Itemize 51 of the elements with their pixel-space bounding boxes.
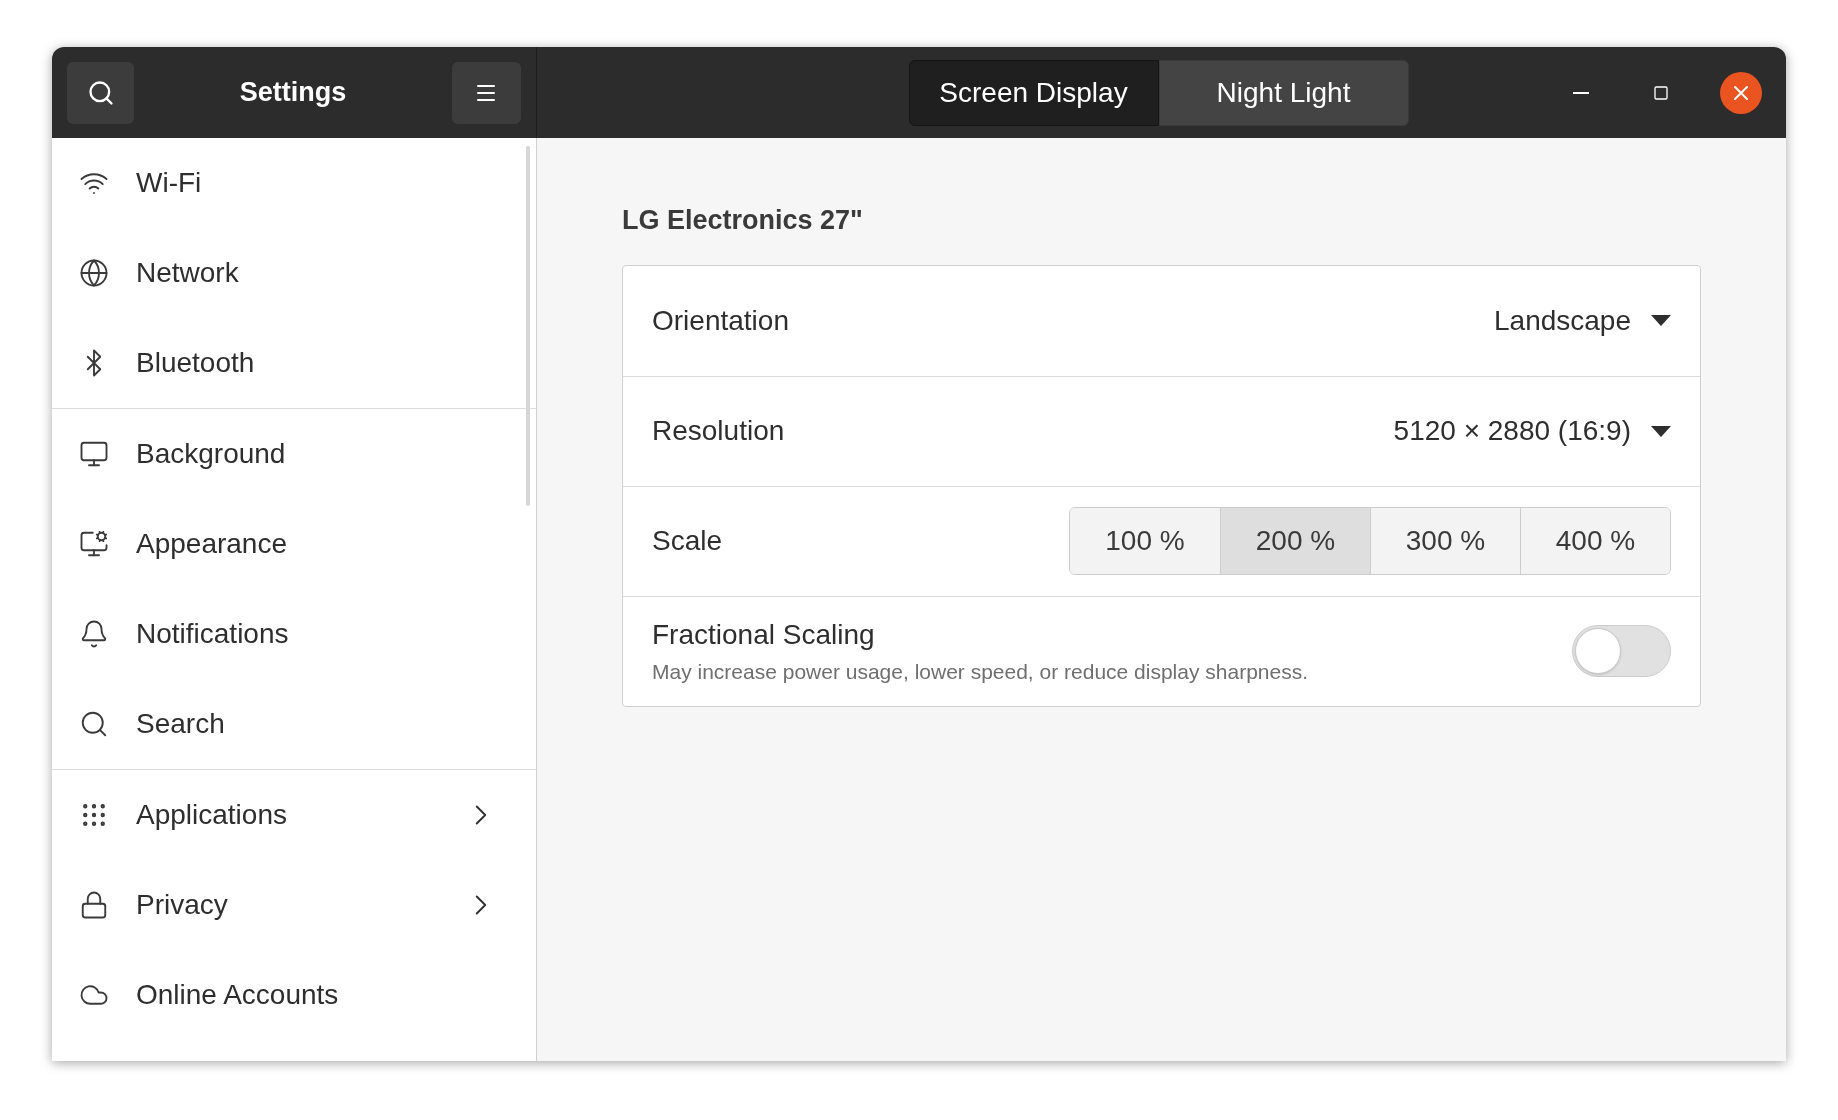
dropdown[interactable]: Landscape — [1494, 299, 1671, 342]
scale-option[interactable]: 300 % — [1370, 508, 1520, 574]
sidebar-label: Network — [136, 256, 240, 290]
sidebar-item[interactable]: Applications — [52, 770, 536, 860]
close-button[interactable] — [1720, 71, 1762, 114]
row-label: Resolution — [652, 414, 786, 448]
sidebar-item[interactable]: Wi-Fi — [52, 138, 536, 228]
switch-knob — [1575, 628, 1621, 674]
scale-option[interactable]: 100 % — [1070, 508, 1220, 574]
scale-option[interactable]: 200 % — [1220, 508, 1370, 574]
dropdown-arrow-icon — [1651, 425, 1671, 437]
sidebar-item[interactable]: Privacy — [52, 860, 536, 950]
search-button[interactable] — [67, 61, 134, 124]
sidebar-item[interactable]: Network — [52, 228, 536, 318]
tab[interactable]: Screen Display — [908, 59, 1159, 126]
section-title: LG Electronics 27" — [622, 204, 864, 237]
search-icon — [86, 78, 115, 107]
dropdown-arrow-icon — [1651, 315, 1671, 326]
tab[interactable]: Night Light — [1158, 59, 1409, 126]
row-label: Orientation — [652, 303, 790, 338]
row-description: May increase power usage, lower speed, or reduce display sharpness. — [652, 659, 1309, 686]
sidebar-label: Background — [136, 437, 287, 471]
search-icon — [79, 709, 109, 739]
sidebar-item[interactable]: Background — [52, 409, 536, 499]
window-title: Settings — [239, 76, 347, 110]
row-label: Fractional Scaling — [652, 618, 876, 653]
maximize-icon — [1653, 84, 1669, 101]
menu-button[interactable] — [452, 61, 521, 124]
dropdown[interactable]: 5120 × 2880 (16:9) — [1393, 410, 1671, 452]
sidebar-item[interactable]: Notifications — [52, 589, 536, 679]
sidebar-label: Bluetooth — [136, 346, 256, 380]
bell-icon — [79, 619, 109, 649]
scale-option[interactable]: 400 % — [1520, 508, 1670, 574]
sidebar-label: Online Accounts — [136, 978, 340, 1012]
monitor-icon — [79, 439, 109, 469]
sidebar-label: Applications — [136, 798, 288, 832]
sidebar-item[interactable]: Search — [52, 679, 536, 769]
sidebar-item[interactable]: Bluetooth — [52, 318, 536, 408]
sidebar-label: Appearance — [136, 527, 288, 561]
minimize-icon — [1573, 91, 1589, 94]
monitor-icon — [79, 529, 109, 559]
sidebar-label: Wi-Fi — [136, 166, 203, 200]
lock-icon — [79, 890, 109, 920]
sidebar-item[interactable]: Appearance — [52, 499, 536, 589]
sidebar-label: Search — [136, 707, 226, 741]
sidebar-label: Notifications — [136, 617, 290, 651]
row-label: Scale — [652, 524, 724, 558]
toggle-switch[interactable] — [1572, 625, 1671, 677]
globe-icon — [79, 258, 109, 288]
sidebar-label: Privacy — [136, 888, 229, 922]
sidebar-item[interactable]: Online Accounts — [52, 950, 536, 1040]
